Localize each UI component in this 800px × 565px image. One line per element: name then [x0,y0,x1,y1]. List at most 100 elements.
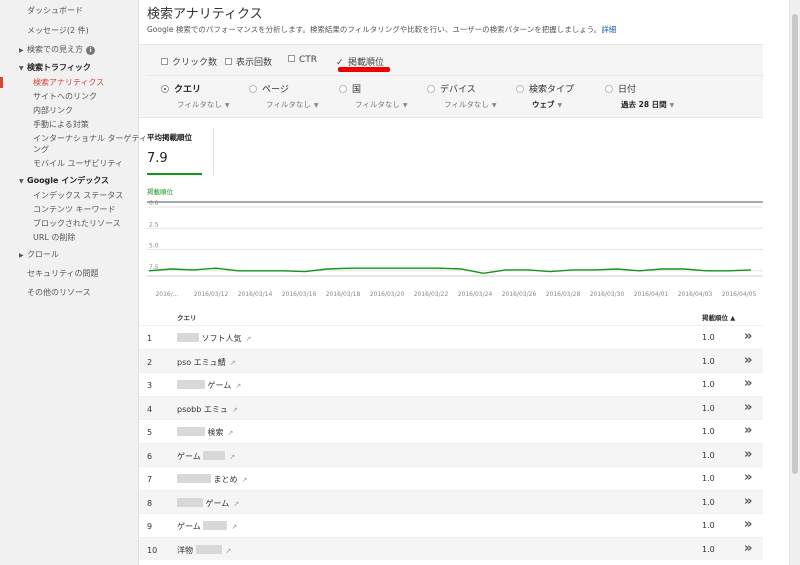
sidebar-item-blocked-resources[interactable]: ブロックされたリソース [33,218,121,229]
row-expand-icon[interactable]: » [744,376,752,391]
table-row[interactable]: 9 ゲーム ↗ 1.0 » [139,513,763,537]
scrollbar-thumb[interactable] [792,14,798,474]
external-link-icon[interactable]: ↗ [235,382,241,390]
query-text: ゲーム [203,498,230,508]
table-row[interactable]: 3 ゲーム ↗ 1.0 » [139,372,763,396]
redacted-text [177,474,211,483]
sidebar-item-dashboard[interactable]: ダッシュボード [27,5,83,16]
sidebar-item-manual-actions[interactable]: 手動による対策 [33,119,89,130]
table-row[interactable]: 4 psobb エミュ ↗ 1.0 » [139,395,763,419]
external-link-icon[interactable]: ↗ [233,500,239,508]
metric-impressions-checkbox[interactable]: 表示回数 [225,55,272,68]
metric-label: クリック数 [172,58,218,68]
sidebar-item-other-resources[interactable]: その他のリソース [27,287,91,298]
series-legend-label: 掲載順位 [147,187,174,196]
row-expand-icon[interactable]: » [744,329,752,344]
sidebar-item-label: サイトへのリンク [33,92,97,101]
row-expand-icon[interactable]: » [744,517,752,532]
sidebar-item-mobile-usability[interactable]: モバイル ユーザビリティ [33,158,123,169]
sidebar-item-google-index[interactable]: ▼ Google インデックス [19,175,109,186]
external-link-icon[interactable]: ↗ [230,359,236,367]
query-filter-dropdown[interactable]: フィルタなし ▼ [177,99,229,110]
sidebar-item-crawl[interactable]: ▶ クロール [19,249,59,260]
position-chart[interactable]: 掲載順位0.02.55.07.52016/... 2016/03/12 2016/0… [139,185,763,305]
filter-value: フィルタなし [177,100,222,109]
sidebar-item-index-status[interactable]: インデックス ステータス [33,190,123,201]
dropdown-arrow-icon: ▼ [557,102,563,109]
external-link-icon[interactable]: ↗ [226,547,232,555]
y-tick-label: 0.0 [149,200,159,207]
device-filter-dropdown[interactable]: フィルタなし ▼ [444,99,496,110]
sidebar-item-international-targeting-cont[interactable]: ング [33,144,49,155]
query-cell: ゲーム ↗ [177,450,235,462]
checkbox-icon [225,58,232,65]
checkbox-icon [161,58,168,65]
external-link-icon[interactable]: ↗ [232,406,238,414]
metric-ctr-checkbox[interactable]: CTR [288,55,317,65]
y-tick-label: 2.5 [149,221,159,228]
external-link-icon[interactable]: ↗ [228,429,234,437]
sidebar-item-label: 内部リンク [33,106,73,115]
sidebar-item-remove-urls[interactable]: URL の削除 [33,232,75,243]
x-tick-label: 2016/03/16 [282,291,317,298]
table-row[interactable]: 1 ソフト人気 ↗ 1.0 » [139,325,763,349]
table-row[interactable]: 7 まとめ ↗ 1.0 » [139,466,763,490]
dimension-query-radio[interactable]: クエリ [161,82,201,95]
external-link-icon[interactable]: ↗ [242,476,248,484]
sidebar-item-label: ング [33,145,49,154]
sidebar-item-label: その他のリソース [27,288,91,297]
date-range-dropdown[interactable]: 過去 28 日間 ▼ [621,99,674,110]
sidebar-item-label: クロール [27,250,59,259]
info-icon[interactable]: i [86,46,95,55]
position-cell: 1.0 [702,427,715,436]
sidebar-item-international-targeting[interactable]: インターナショナル ターゲティ [33,133,147,144]
dropdown-arrow-icon: ▼ [402,102,408,109]
filter-value: フィルタなし [355,100,400,109]
row-expand-icon[interactable]: » [744,423,752,438]
row-expand-icon[interactable]: » [744,447,752,462]
country-filter-dropdown[interactable]: フィルタなし ▼ [355,99,407,110]
column-header-position[interactable]: 掲載順位 ▲ [702,312,735,322]
table-row[interactable]: 5 検索 ↗ 1.0 » [139,419,763,443]
x-tick-label: 2016/03/18 [326,291,361,298]
table-row[interactable]: 2 pso エミュ鯖 ↗ 1.0 » [139,348,763,372]
metric-clicks-checkbox[interactable]: クリック数 [161,55,217,68]
row-expand-icon[interactable]: » [744,494,752,509]
search-type-dropdown[interactable]: ウェブ ▼ [532,99,562,110]
dimension-country-radio[interactable]: 国 [339,82,361,95]
scrollbar[interactable] [789,0,800,565]
sidebar-item-links-to-site[interactable]: サイトへのリンク [33,91,97,102]
metric-label: 表示回数 [236,58,273,68]
sidebar-item-search-analytics[interactable]: 検索アナリティクス [33,77,104,88]
sidebar-item-internal-links[interactable]: 内部リンク [33,105,73,116]
table-row[interactable]: 8 ゲーム ↗ 1.0 » [139,489,763,513]
row-expand-icon[interactable]: » [744,400,752,415]
row-expand-icon[interactable]: » [744,470,752,485]
sidebar-item-messages[interactable]: メッセージ(2 件) [27,25,89,36]
details-link[interactable]: 詳細 [601,25,616,34]
row-expand-icon[interactable]: » [744,353,752,368]
dimension-label: 国 [352,85,362,95]
sidebar-item-search-traffic[interactable]: ▼ 検索トラフィック [19,62,91,73]
external-link-icon[interactable]: ↗ [229,453,235,461]
query-text: ゲーム [205,381,232,390]
caret-right-icon: ▶ [19,252,24,259]
dimension-device-radio[interactable]: デバイス [427,82,476,95]
external-link-icon[interactable]: ↗ [231,523,237,531]
redacted-text [177,427,205,436]
external-link-icon[interactable]: ↗ [246,335,252,343]
page-filter-dropdown[interactable]: フィルタなし ▼ [266,99,318,110]
sidebar-item-content-keywords[interactable]: コンテンツ キーワード [33,204,116,215]
row-expand-icon[interactable]: » [744,541,752,556]
position-cell: 1.0 [702,380,715,389]
x-tick-label: 2016/04/03 [678,291,713,298]
x-tick-label: 2016/03/24 [458,291,493,298]
dimension-search-type-radio[interactable]: 検索タイプ [516,82,574,95]
sidebar-item-search-appearance[interactable]: ▶ 検索での見え方 i [19,44,95,55]
table-row[interactable]: 10 洋物 ↗ 1.0 » [139,536,763,560]
column-header-query[interactable]: クエリ [177,312,197,322]
sidebar-item-security-issues[interactable]: セキュリティの問題 [27,268,99,279]
dimension-date-radio[interactable]: 日付 [605,82,636,95]
table-row[interactable]: 6 ゲーム ↗ 1.0 » [139,442,763,466]
dimension-page-radio[interactable]: ページ [249,82,289,95]
